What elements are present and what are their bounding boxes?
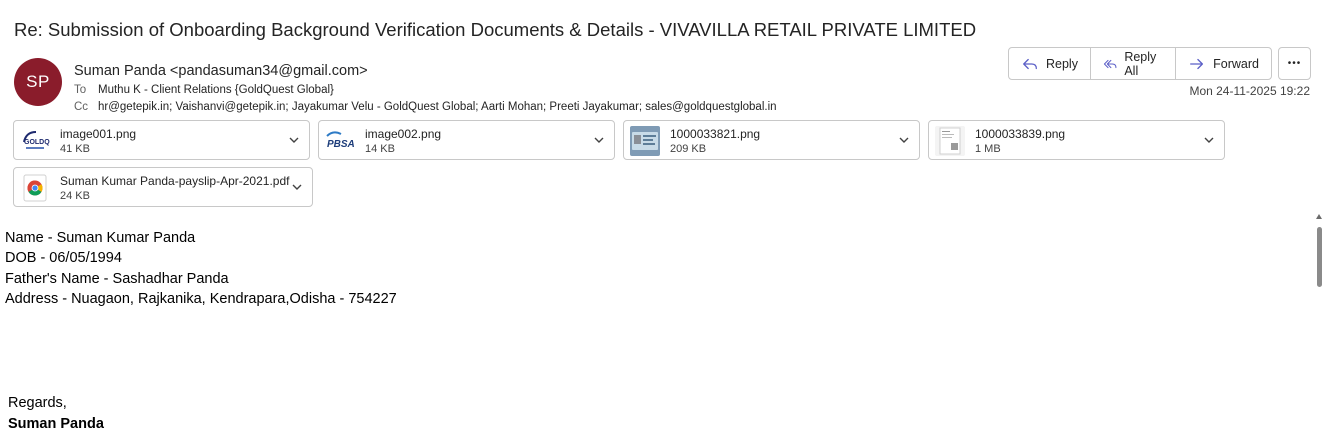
signature-name: Suman Panda	[8, 416, 104, 432]
cc-label: Cc	[74, 101, 89, 113]
more-icon: •••	[1287, 58, 1302, 69]
cc-line: Cc hr@getepik.in; Vaishanvi@getepik.in; J…	[74, 101, 777, 113]
chevron-down-icon[interactable]	[1202, 133, 1216, 147]
chevron-down-icon[interactable]	[287, 133, 301, 147]
forward-button[interactable]: Forward	[1176, 48, 1271, 79]
body-line-address: Address - Nuagaon, Rajkanika, Kendrapara…	[5, 291, 397, 308]
body-line-name: Name - Suman Kumar Panda	[5, 230, 196, 246]
reply-actions-toolbar: Reply Reply All Forward	[1008, 47, 1272, 80]
chevron-down-icon[interactable]	[592, 133, 606, 147]
body-line-dob: DOB - 06/05/1994	[5, 250, 122, 267]
attachment-name: Suman Kumar Panda-payslip-Apr-2021.pdf	[60, 174, 290, 188]
document-photo-thumbnail	[935, 126, 965, 156]
attachment-size: 209 KB	[670, 143, 707, 155]
to-line: To Muthu K - Client Relations {GoldQuest …	[74, 84, 334, 96]
reply-all-label: Reply All	[1124, 49, 1157, 78]
email-subject: Re: Submission of Onboarding Background …	[14, 19, 977, 40]
svg-text:PBSA: PBSA	[327, 139, 355, 150]
attachment-card[interactable]: GOLDQ image001.png 41 KB	[13, 120, 310, 160]
pbsa-logo-thumbnail: PBSA	[325, 126, 355, 156]
goldquest-logo-thumbnail: GOLDQ	[20, 126, 50, 156]
chevron-down-icon[interactable]	[290, 180, 304, 194]
attachment-name: image002.png	[365, 127, 442, 141]
attachment-name: image001.png	[60, 127, 137, 141]
reply-all-icon	[1103, 59, 1117, 68]
attachment-name: 1000033821.png	[670, 127, 761, 141]
attachment-size: 1 MB	[975, 143, 1001, 155]
attachment-name: 1000033839.png	[975, 127, 1066, 141]
closing-text: Regards,	[8, 395, 67, 411]
attachment-size: 14 KB	[365, 143, 395, 155]
attachment-card[interactable]: Suman Kumar Panda-payslip-Apr-2021.pdf 2…	[13, 167, 313, 207]
forward-icon	[1190, 58, 1204, 69]
chrome-pdf-icon	[20, 173, 50, 203]
attachment-size: 41 KB	[60, 143, 90, 155]
chevron-down-icon[interactable]	[897, 133, 911, 147]
to-label: To	[74, 84, 87, 96]
svg-text:GOLDQ: GOLDQ	[24, 139, 50, 146]
reply-label: Reply	[1046, 56, 1078, 71]
scrollbar-thumb[interactable]	[1317, 227, 1322, 287]
scroll-up-arrow-icon[interactable]	[1316, 214, 1322, 219]
attachment-card[interactable]: 1000033821.png 209 KB	[623, 120, 920, 160]
signature-block: Regards, Suman Panda	[8, 393, 104, 435]
reply-icon	[1023, 58, 1037, 69]
sent-date: Mon 24-11-2025 19:22	[1189, 84, 1310, 98]
more-actions-button[interactable]: •••	[1278, 47, 1311, 80]
attachment-size: 24 KB	[60, 190, 90, 202]
reply-all-button[interactable]: Reply All	[1091, 48, 1177, 79]
forward-label: Forward	[1213, 56, 1259, 71]
cc-recipients[interactable]: hr@getepik.in; Vaishanvi@getepik.in; Jay…	[98, 101, 777, 113]
attachment-card[interactable]: 1000033839.png 1 MB	[928, 120, 1225, 160]
body-line-father: Father's Name - Sashadhar Panda	[5, 270, 229, 287]
sender-name[interactable]: Suman Panda <pandasuman34@gmail.com>	[74, 63, 368, 79]
to-recipients[interactable]: Muthu K - Client Relations {GoldQuest Gl…	[98, 84, 334, 96]
sender-avatar[interactable]: SP	[14, 58, 62, 106]
reply-button[interactable]: Reply	[1009, 48, 1091, 79]
message-body: Name - Suman Kumar Panda DOB - 06/05/199…	[5, 228, 397, 310]
id-card-photo-thumbnail	[630, 126, 660, 156]
attachment-card[interactable]: PBSA image002.png 14 KB	[318, 120, 615, 160]
sender-initials: SP	[26, 72, 50, 91]
